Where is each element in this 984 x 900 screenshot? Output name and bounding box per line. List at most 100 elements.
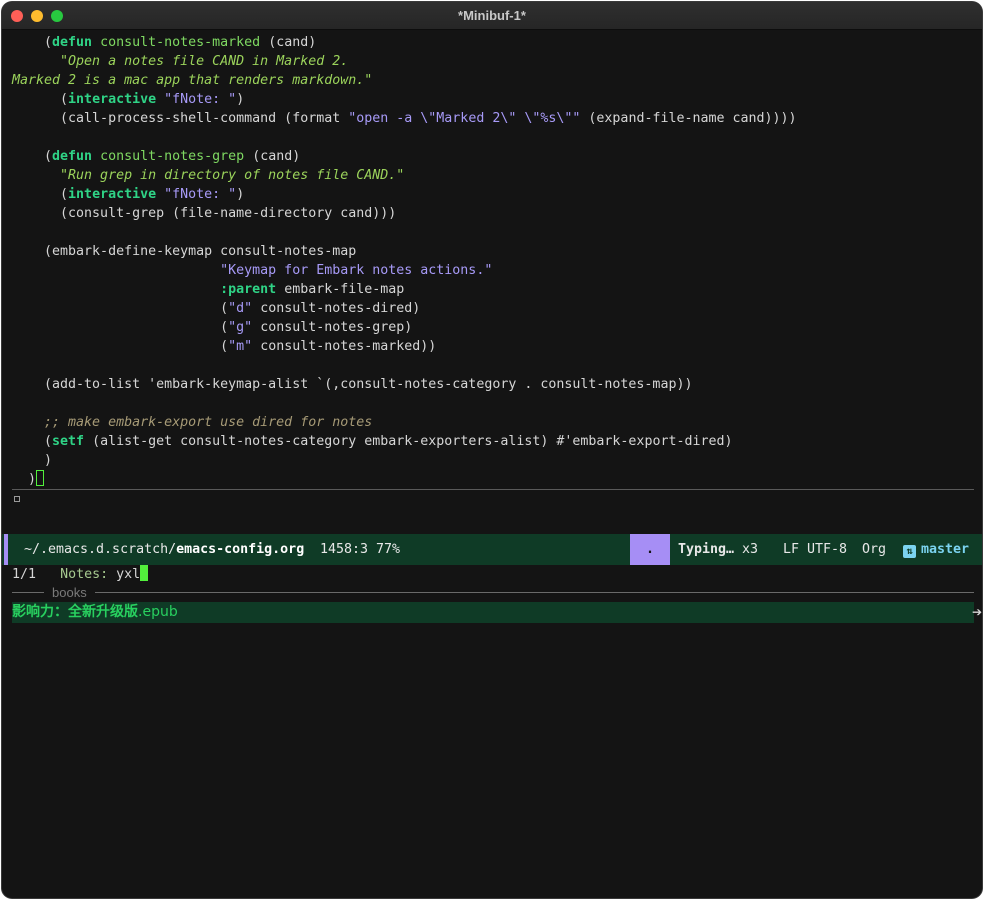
code-text: (consult-grep (file-name-directory cand)… [12,206,397,221]
branch-name: master [921,542,970,557]
code-line[interactable]: ;; make embark-export use dired for note… [12,413,972,432]
completion-candidate[interactable]: 影响力：全新升级版.epub [12,602,974,623]
text-cursor [140,565,149,581]
code-text: (cand) [244,149,301,164]
code-text: (alist-get consult-notes-category embark… [84,434,733,449]
code-text: consult-notes-dired) [252,301,421,316]
code-line[interactable]: (add-to-list 'embark-keymap-alist `(,con… [12,375,972,394]
completion-group-title: books [44,585,95,600]
typing-label: Typing… [678,542,735,557]
code-text: ) [236,187,245,202]
code-line[interactable]: (defun consult-notes-grep (cand) [12,147,972,166]
code-line[interactable]: ("m" consult-notes-marked)) [12,337,972,356]
code-line[interactable]: "Keymap for Embark notes actions." [12,261,972,280]
code-line[interactable]: ("g" consult-notes-grep) [12,318,972,337]
window-divider [12,489,974,490]
code-text: ( [12,92,69,107]
code-line[interactable] [12,128,972,147]
comment: ;; make embark-export use dired for note… [12,415,373,430]
function-name: consult-notes-grep [100,149,245,164]
code-text: consult-notes-marked)) [252,339,437,354]
continuation-arrow-icon: ➔ [972,605,982,619]
buffer-file-path[interactable]: ~/.emacs.d.scratch/emacs-config.org [24,534,304,565]
code-text: ( [12,434,53,449]
code-text: embark-file-map [276,282,405,297]
keyword-arg: :parent [220,282,277,297]
code-text: ( [12,149,53,164]
string: "d" [228,301,253,316]
code-line[interactable]: (embark-define-keymap consult-notes-map [12,242,972,261]
code-line[interactable]: "Open a notes file CAND in Marked 2. [12,52,972,71]
code-line[interactable]: ("d" consult-notes-dired) [12,299,972,318]
cursor-position: 1458:3 77% [320,542,401,557]
code-line[interactable]: "Run grep in directory of notes file CAN… [12,166,972,185]
code-line[interactable]: ) [12,451,972,470]
modeline-accent-bar [4,534,8,565]
string: "fNote: " [164,92,237,107]
group-separator [12,592,974,593]
code-text: (embark-define-keymap consult-notes-map [12,244,357,259]
code-text: ( [12,35,53,50]
code-text: ) [12,472,37,487]
candidate-title: 影响力：全新升级版 [12,604,138,620]
docstring: Marked 2 is a mac app that renders markd… [12,73,373,88]
major-mode[interactable]: Org [862,534,886,565]
modeline-indicator: . [630,534,670,565]
code-text: (add-to-list 'embark-keymap-alist `(,con… [12,377,693,392]
title-bar: *Minibuf-1* [2,2,982,30]
code-line[interactable]: (interactive "fNote: ") [12,185,972,204]
string: "g" [228,320,253,335]
point-cursor [36,470,45,486]
function-name: consult-notes-marked [100,35,261,50]
file-name: emacs-config.org [176,542,305,557]
mode-line[interactable]: ~/.emacs.d.scratch/emacs-config.org 1458… [2,534,982,565]
file-directory: ~/.emacs.d.scratch/ [24,542,177,557]
code-buffer[interactable]: (defun consult-notes-marked (cand) "Open… [12,33,972,489]
code-text: ( [12,301,229,316]
code-line[interactable]: (setf (alist-get consult-notes-category … [12,432,972,451]
docstring: "Run grep in directory of notes file CAN… [12,168,405,183]
code-line[interactable]: (consult-grep (file-name-directory cand)… [12,204,972,223]
code-text: ( [12,187,69,202]
typing-indicator: Typing… x3 [678,534,758,565]
vcs-branch[interactable]: ⇅ master [903,534,969,565]
encoding-indicator[interactable]: LF UTF-8 [783,534,847,565]
code-text: ( [12,339,229,354]
candidate-counter: 1/1 [12,567,37,582]
keyword: interactive [68,187,157,202]
minibuffer-prompt: Notes: [60,567,117,582]
code-line[interactable]: ) [12,470,972,489]
code-text: ( [12,320,229,335]
code-text: ) [236,92,245,107]
code-line[interactable] [12,223,972,242]
typing-count: x3 [734,542,759,557]
keyword: setf [52,434,85,449]
code-line[interactable] [12,356,972,375]
window-title: *Minibuf-1* [458,8,526,23]
code-line[interactable]: (call-process-shell-command (format "ope… [12,109,972,128]
git-branch-icon: ⇅ [903,545,916,558]
code-text: consult-notes-grep) [252,320,413,335]
fringe-empty-line-icon [14,496,20,502]
code-line[interactable] [12,394,972,413]
string: "m" [228,339,253,354]
code-text: (call-process-shell-command (format [12,111,349,126]
docstring: "Open a notes file CAND in Marked 2. [12,54,349,69]
code-line[interactable]: (defun consult-notes-marked (cand) [12,33,972,52]
code-text: (cand) [260,35,317,50]
code-line[interactable]: (interactive "fNote: ") [12,90,972,109]
minibuffer-input[interactable]: yxl [116,567,140,582]
code-line[interactable]: :parent embark-file-map [12,280,972,299]
emacs-window: *Minibuf-1* (defun consult-notes-marked … [2,2,982,898]
code-text: ) [12,453,53,468]
keyword: interactive [68,92,157,107]
code-text: (expand-file-name cand)))) [580,111,797,126]
minibuffer[interactable]: 1/1 Notes: yxl [12,565,149,584]
code-line[interactable]: Marked 2 is a mac app that renders markd… [12,71,972,90]
string: "Keymap for Embark notes actions." [220,263,493,278]
